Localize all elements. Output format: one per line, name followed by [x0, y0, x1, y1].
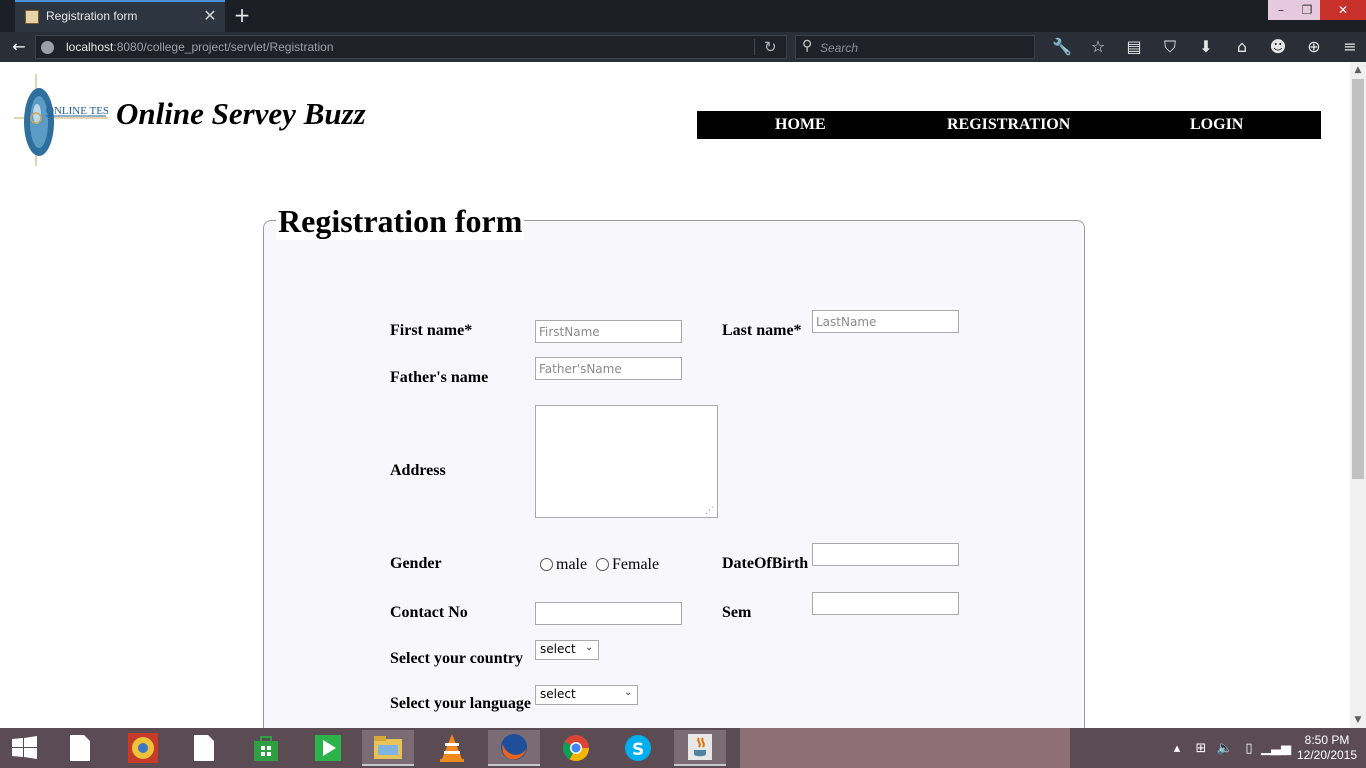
taskbar-store-icon[interactable] — [240, 730, 292, 766]
bookmark-star-icon[interactable]: ☆ — [1080, 36, 1116, 58]
tab-registration-form[interactable]: Registration form ✕ — [15, 0, 225, 32]
taskbar-vlc-icon[interactable] — [426, 730, 478, 766]
first-name-label: First name* — [390, 322, 473, 339]
gender-male-label: male — [556, 556, 588, 573]
taskbar-firefox-icon[interactable] — [488, 730, 540, 766]
country-select[interactable]: select ⌄ — [535, 640, 599, 660]
resize-grip-icon[interactable]: ⋰ — [705, 506, 715, 516]
chevron-down-icon: ⌄ — [585, 642, 594, 653]
menu-item-home[interactable]: HOME — [775, 116, 826, 134]
last-name-input[interactable] — [812, 310, 959, 333]
sem-label: Sem — [722, 604, 752, 621]
signal-icon[interactable]: ▁▃▅ — [1261, 741, 1291, 756]
windows-flag-icon[interactable]: ⊞ — [1189, 741, 1213, 756]
globe-icon[interactable]: ⊕ — [1296, 36, 1332, 58]
chevron-up-icon[interactable]: ▴ — [1165, 741, 1189, 756]
search-placeholder: Search — [820, 41, 859, 55]
toolbar-icons: 🔧 ☆ ▤ ⛉ ⬇ ⌂ ☻ ⊕ ≡ — [1044, 36, 1366, 58]
contact-no-label: Contact No — [390, 604, 468, 621]
gender-label: Gender — [390, 555, 442, 572]
contact-no-input[interactable] — [535, 602, 682, 625]
chevron-down-icon: ⌄ — [624, 687, 633, 698]
close-tab-icon[interactable]: ✕ — [201, 7, 219, 25]
country-label: Select your country — [390, 650, 524, 667]
site-identity-icon[interactable] — [41, 41, 54, 54]
taskbar-chrome-icon[interactable] — [550, 730, 602, 766]
search-bar[interactable]: ⚲ Search — [795, 35, 1035, 59]
navigation-toolbar: ← localhost:8080/college_project/servlet… — [0, 32, 1366, 62]
language-selected-value: select — [540, 687, 576, 701]
pocket-icon[interactable]: ⛉ — [1152, 36, 1188, 58]
taskbar-file-icon[interactable] — [54, 730, 106, 766]
address-label: Address — [390, 462, 446, 479]
menu-icon[interactable]: ≡ — [1332, 36, 1366, 58]
gender-male-radio[interactable] — [540, 558, 553, 571]
online-test-logo-icon: ONLINE TEST — [14, 74, 108, 166]
country-selected-value: select — [540, 642, 576, 656]
clock-date: 12/20/2015 — [1296, 748, 1358, 762]
wrench-icon[interactable]: 🔧 — [1044, 36, 1080, 58]
search-icon: ⚲ — [802, 38, 813, 54]
minimize-button[interactable]: – — [1268, 0, 1294, 20]
taskbar-java-icon[interactable] — [674, 730, 726, 766]
menu-item-registration[interactable]: REGISTRATION — [947, 116, 1070, 134]
windows-start-icon[interactable] — [6, 734, 42, 762]
sem-input[interactable] — [812, 592, 959, 615]
svg-text:S: S — [632, 740, 644, 760]
first-name-input[interactable] — [535, 320, 682, 343]
new-tab-icon[interactable]: + — [232, 5, 252, 25]
close-window-button[interactable]: ✕ — [1320, 0, 1366, 20]
menu-item-login[interactable]: LOGIN — [1190, 116, 1243, 134]
language-label: Select your language — [390, 695, 532, 712]
system-tray: ▴ ⊞ 🔈 ▯ ▁▃▅ — [1165, 728, 1291, 768]
taskbar-chrome-canary-icon[interactable] — [117, 730, 169, 766]
gender-female-radio[interactable] — [596, 558, 609, 571]
download-icon[interactable]: ⬇ — [1188, 36, 1224, 58]
taskbar-clock[interactable]: 8:50 PM 12/20/2015 — [1292, 733, 1362, 763]
language-select[interactable]: select ⌄ — [535, 685, 638, 705]
page-favicon-icon — [25, 10, 39, 24]
main-menu: HOME REGISTRATION LOGIN — [697, 111, 1321, 139]
taskbar-file2-icon[interactable] — [178, 730, 230, 766]
url-text: localhost:8080/college_project/servlet/R… — [66, 40, 334, 54]
gender-female-label: Female — [612, 556, 660, 573]
battery-icon[interactable]: ▯ — [1237, 741, 1261, 756]
page-content: ONLINE TEST Online Servey Buzz HOME REGI… — [0, 62, 1350, 728]
url-host: localhost — [66, 40, 114, 54]
site-title: Online Servey Buzz — [116, 96, 366, 131]
volume-icon[interactable]: 🔈 — [1213, 741, 1237, 756]
tab-title: Registration form — [46, 9, 138, 23]
dob-label: DateOfBirth — [722, 555, 809, 572]
address-textarea[interactable] — [535, 405, 718, 518]
taskbar-file-explorer-icon[interactable] — [362, 730, 414, 766]
window-controls: – ❐ ✕ — [1268, 0, 1366, 20]
form-legend: Registration form — [276, 202, 525, 240]
taskbar-play-icon[interactable] — [302, 730, 354, 766]
taskbar-wallpaper — [740, 728, 1070, 768]
scrollbar-thumb[interactable] — [1352, 79, 1364, 479]
tab-bar: Registration form ✕ + – ❐ ✕ — [0, 0, 1366, 32]
address-bar[interactable]: localhost:8080/college_project/servlet/R… — [35, 35, 787, 59]
father-name-label: Father's name — [390, 369, 489, 386]
scroll-down-icon[interactable]: ▼ — [1350, 712, 1366, 728]
back-arrow-icon[interactable]: ← — [8, 37, 30, 57]
windows-taskbar: S ▴ ⊞ 🔈 ▯ ▁▃▅ 8:50 PM 12/20/2015 — [0, 728, 1366, 768]
url-separator — [754, 39, 755, 55]
last-name-label: Last name* — [722, 322, 802, 339]
clock-time: 8:50 PM — [1304, 733, 1350, 747]
restore-button[interactable]: ❐ — [1294, 0, 1320, 20]
reading-list-icon[interactable]: ▤ — [1116, 36, 1152, 58]
scroll-up-icon[interactable]: ▲ — [1350, 62, 1366, 78]
url-path: :8080/college_project/servlet/Registrati… — [113, 40, 334, 54]
vertical-scrollbar[interactable]: ▲ ▼ — [1350, 62, 1366, 728]
svg-text:ONLINE TEST: ONLINE TEST — [46, 105, 108, 117]
reload-icon[interactable]: ↻ — [764, 38, 777, 56]
emoji-icon[interactable]: ☻ — [1260, 36, 1296, 58]
home-icon[interactable]: ⌂ — [1224, 36, 1260, 58]
father-name-input[interactable] — [535, 357, 682, 380]
dob-input[interactable] — [812, 543, 959, 566]
taskbar-skype-icon[interactable]: S — [612, 730, 664, 766]
